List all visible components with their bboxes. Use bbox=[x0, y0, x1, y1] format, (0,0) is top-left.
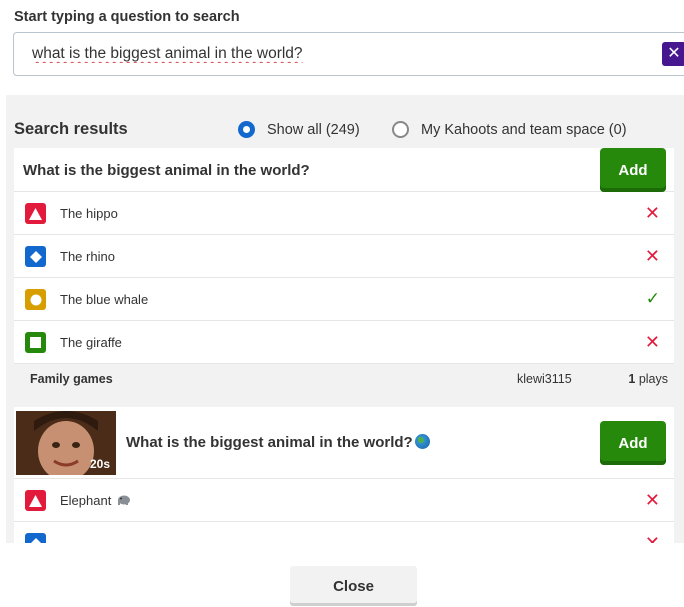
plays-number: 1 bbox=[628, 372, 636, 386]
answer-text: The giraffe bbox=[60, 335, 122, 350]
result-card: 20s What is the biggest animal in the wo… bbox=[14, 407, 674, 543]
search-prompt: Start typing a question to search bbox=[14, 9, 240, 25]
answer-row: The blue whale ✓ bbox=[14, 278, 674, 321]
filter-show-all-label: Show all (249) bbox=[267, 121, 360, 138]
globe-emoji-icon bbox=[414, 434, 430, 449]
author-username[interactable]: klewi3115 bbox=[517, 372, 572, 386]
incorrect-icon: ✕ bbox=[644, 246, 660, 266]
result-card: What is the biggest animal in the world?… bbox=[14, 148, 674, 392]
answer-text: The hippo bbox=[60, 206, 118, 221]
answer-row: The rhino ✕ bbox=[14, 235, 674, 278]
answer-row: The hippo ✕ bbox=[14, 192, 674, 235]
answer-text: The rhino bbox=[60, 249, 115, 264]
card-footer: Family games klewi3115 1 plays bbox=[14, 364, 674, 392]
close-button[interactable]: Close bbox=[290, 566, 417, 606]
question-title: What is the biggest animal in the world? bbox=[126, 434, 430, 451]
question-title-text: What is the biggest animal in the world? bbox=[126, 434, 413, 451]
circle-shape-icon bbox=[25, 289, 46, 310]
elephant-emoji-icon bbox=[117, 495, 130, 505]
answer-row: Elephant ✕ bbox=[14, 479, 674, 522]
add-button[interactable]: Add bbox=[600, 148, 666, 192]
search-input[interactable] bbox=[32, 42, 652, 66]
radio-selected-icon[interactable] bbox=[238, 121, 255, 138]
question-time-badge: 20s bbox=[89, 457, 110, 471]
question-row: What is the biggest animal in the world?… bbox=[14, 148, 674, 192]
filter-my-kahoots[interactable]: My Kahoots and team space (0) bbox=[392, 121, 627, 138]
category-label: Family games bbox=[30, 372, 113, 386]
filter-my-kahoots-label: My Kahoots and team space (0) bbox=[421, 121, 627, 138]
answer-row: The giraffe ✕ bbox=[14, 321, 674, 364]
diamond-shape-icon bbox=[25, 533, 46, 543]
diamond-shape-icon bbox=[25, 246, 46, 267]
triangle-shape-icon bbox=[25, 203, 46, 224]
incorrect-icon: ✕ bbox=[644, 490, 660, 510]
plays-label: plays bbox=[638, 372, 668, 386]
add-button[interactable]: Add bbox=[600, 421, 666, 465]
question-title: What is the biggest animal in the world? bbox=[23, 162, 310, 179]
square-shape-icon bbox=[25, 332, 46, 353]
answer-text: The blue whale bbox=[60, 292, 149, 307]
correct-check-icon: ✓ bbox=[645, 289, 660, 308]
answer-row: ✕ bbox=[14, 522, 674, 543]
search-box[interactable]: ✕ bbox=[13, 32, 684, 76]
clear-search-button[interactable]: ✕ bbox=[662, 42, 684, 66]
incorrect-icon: ✕ bbox=[644, 533, 660, 543]
radio-unselected-icon[interactable] bbox=[392, 121, 409, 138]
answer-text: Elephant bbox=[60, 493, 131, 508]
incorrect-icon: ✕ bbox=[644, 332, 660, 352]
incorrect-icon: ✕ bbox=[644, 203, 660, 223]
question-row: 20s What is the biggest animal in the wo… bbox=[14, 407, 674, 479]
results-header: Search results bbox=[14, 120, 128, 138]
triangle-shape-icon bbox=[25, 490, 46, 511]
filter-show-all[interactable]: Show all (249) bbox=[238, 121, 360, 138]
answer-label: Elephant bbox=[60, 493, 112, 508]
plays-count: 1 plays bbox=[628, 372, 668, 386]
results-panel: Search results Show all (249) My Kahoots… bbox=[6, 95, 684, 543]
question-thumbnail: 20s bbox=[16, 411, 116, 475]
